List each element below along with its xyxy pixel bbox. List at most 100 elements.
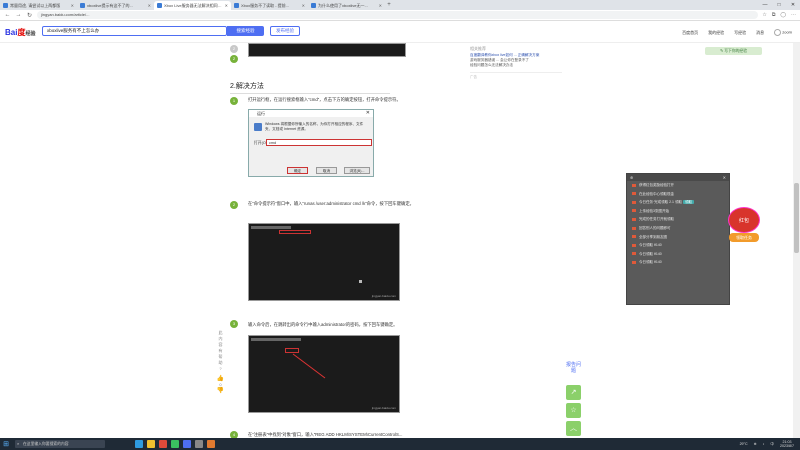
- forward-icon[interactable]: →: [15, 12, 22, 18]
- task-row[interactable]: 在此经验中心领取现金: [627, 190, 729, 199]
- app-icon[interactable]: [195, 440, 203, 448]
- close-icon: ✕: [365, 110, 370, 116]
- tab-favicon-icon: [3, 3, 8, 8]
- task-icon: [632, 226, 636, 230]
- tab-label: Xbox Live服务器无法解决相同问题: [164, 2, 223, 8]
- step-marker: 2: [230, 55, 238, 63]
- volume-icon[interactable]: ♪: [763, 442, 765, 446]
- tab-label: xboxlive提示有这不了的...: [87, 2, 133, 8]
- menu-icon[interactable]: ⋯: [791, 12, 796, 18]
- feedback-button[interactable]: 报告问题: [566, 362, 581, 382]
- popup-close-icon[interactable]: ✕: [723, 174, 726, 181]
- close-tab-icon[interactable]: ✕: [225, 3, 228, 8]
- taskbar-search-text: 在这里输入你要搜索的内容: [23, 442, 69, 446]
- folder-icon[interactable]: [147, 440, 155, 448]
- refresh-icon[interactable]: ↻: [26, 12, 33, 19]
- nav-my-experience[interactable]: 我的经验: [708, 30, 724, 36]
- task-icon: [632, 209, 636, 213]
- task-row[interactable]: 今日领取 ¥140: [627, 258, 729, 267]
- browser-tab[interactable]: 常量用途, 请尝试以上两都版 ✕: [0, 1, 77, 10]
- scroll-thumb[interactable]: [794, 183, 799, 253]
- weather-text[interactable]: 29°C: [740, 442, 748, 446]
- star-icon[interactable]: ☆: [566, 403, 581, 418]
- user-menu[interactable]: zoom: [774, 29, 792, 36]
- recommendation-card: 相关推荐 百度翻译教你xbox live如何 ... 正确解决方案 游戏服务器错…: [470, 46, 562, 94]
- browser-icon[interactable]: [183, 440, 191, 448]
- star-icon[interactable]: ☆: [762, 12, 766, 18]
- task-row[interactable]: 回答别人的问题即可: [627, 224, 729, 233]
- window-controls: — □ ✕: [758, 0, 800, 10]
- task-row[interactable]: 今日领取 ¥140: [627, 250, 729, 259]
- task-row[interactable]: 上传经验3张图开始: [627, 207, 729, 216]
- step-number: 1: [230, 97, 238, 105]
- task-text: 上传经验3张图开始: [639, 208, 669, 213]
- new-tab-button[interactable]: +: [385, 2, 393, 8]
- write-experience-button[interactable]: ✎ 写下你的经验: [705, 47, 762, 55]
- close-tab-icon[interactable]: ✕: [71, 3, 74, 8]
- extensions-icon[interactable]: ⧉: [772, 12, 776, 18]
- task-row[interactable]: 完成的任务打开就领取: [627, 215, 729, 224]
- back-icon[interactable]: ←: [4, 12, 11, 18]
- browser-tab[interactable]: xboxlive提示有这不了的... ✕: [77, 1, 154, 10]
- page-scrollbar[interactable]: [793, 43, 800, 438]
- app-icon[interactable]: [159, 440, 167, 448]
- task-row[interactable]: 今日任务·完成领取 2.1 领取 领取: [627, 198, 729, 207]
- red-packet-widget[interactable]: 红包 领取任务: [725, 207, 762, 245]
- search-input[interactable]: xboxlive服务有不上怎么办: [42, 26, 227, 36]
- task-row[interactable]: 今日领取 ¥140: [627, 241, 729, 250]
- thumbs-down-icon[interactable]: 👎: [213, 388, 228, 394]
- close-window-button[interactable]: ✕: [786, 0, 800, 10]
- task-text: 全部分享到朋友圈: [639, 234, 667, 239]
- nav-write[interactable]: 写经验: [734, 30, 746, 36]
- close-tab-icon[interactable]: ✕: [148, 3, 151, 8]
- address-bar-row: ← → ↻ jingyan.baidu.com/article/... ☆ ⧉ …: [0, 10, 800, 21]
- nav-home[interactable]: 百度首页: [682, 30, 698, 36]
- minimize-button[interactable]: —: [758, 0, 772, 10]
- popup-menu-icon[interactable]: ⊕: [630, 174, 633, 181]
- console-text-line: [251, 226, 291, 229]
- console-text-line: [251, 338, 301, 341]
- close-tab-icon[interactable]: ✕: [379, 3, 382, 8]
- profile-icon[interactable]: ◯: [780, 12, 786, 18]
- helpful-label: ?: [219, 366, 222, 371]
- wechat-icon[interactable]: [171, 440, 179, 448]
- cursor: [359, 280, 362, 283]
- taskbar-search[interactable]: ⌕ 在这里输入你要搜索的内容: [15, 440, 105, 448]
- windows-start-icon[interactable]: ⊞: [0, 440, 12, 448]
- language-indicator[interactable]: 中: [770, 442, 774, 447]
- clock[interactable]: 21:03 2023/8/7: [780, 440, 794, 448]
- tab-favicon-icon: [311, 3, 316, 8]
- browser-tab-active[interactable]: Xbox Live服务器无法解决相同问题 ✕: [154, 1, 231, 10]
- baidu-logo[interactable]: Bai度经验: [5, 27, 35, 38]
- task-text: 回答别人的问题即可: [639, 225, 671, 230]
- step-number: 2: [230, 201, 238, 209]
- cancel-button: 取消: [316, 167, 337, 174]
- task-row[interactable]: 全部分享到朋友圈: [627, 233, 729, 242]
- app-icon[interactable]: [207, 440, 215, 448]
- nav-messages[interactable]: 消息: [756, 30, 764, 36]
- taskbar: ⊞ ⌕ 在这里输入你要搜索的内容 29°C ⊕ ♪ 中 21:03 2023/8/…: [0, 438, 800, 450]
- share-icon[interactable]: ↗: [566, 385, 581, 400]
- run-input: cmd: [266, 139, 372, 146]
- task-row[interactable]: 获得红包奖励经验打开: [627, 181, 729, 190]
- url-field[interactable]: jingyan.baidu.com/article/...: [37, 11, 759, 19]
- run-dialog-image: 运行 ✕ Windows 将根据你所输入的名称，为你打开相应的程序、文件夹、文档…: [248, 109, 374, 177]
- username: zoom: [782, 29, 792, 35]
- search-button[interactable]: 搜索经验: [227, 26, 264, 36]
- network-icon[interactable]: ⊕: [754, 442, 757, 446]
- dialog-title: 运行: [249, 110, 373, 117]
- post-experience-button[interactable]: 发布经验: [270, 26, 300, 36]
- step-text: 输入命令后，在跳转出的命令行中输入administrator的密码，按下回车键确…: [248, 322, 398, 327]
- edge-icon[interactable]: [135, 440, 143, 448]
- back-to-top-icon[interactable]: ︿: [566, 421, 581, 436]
- task-icon: [632, 183, 636, 187]
- close-tab-icon[interactable]: ✕: [302, 3, 305, 8]
- maximize-button[interactable]: □: [772, 0, 786, 10]
- side-toolbar: 报告问题 ↗ ☆ ︿: [566, 362, 583, 439]
- browser-tab[interactable]: 为什么使用了xboxlive无一... ✕: [308, 1, 385, 10]
- browser-tab[interactable]: Xbox服务不了读取 - 提前... ✕: [231, 1, 308, 10]
- task-tag[interactable]: 领取: [682, 200, 694, 205]
- red-packet-badge: 领取任务: [729, 233, 759, 242]
- step-image-top: [248, 43, 406, 57]
- dialog-description: Windows 将根据你所输入的名称，为你打开相应的程序、文件夹、文档或 Int…: [265, 122, 364, 131]
